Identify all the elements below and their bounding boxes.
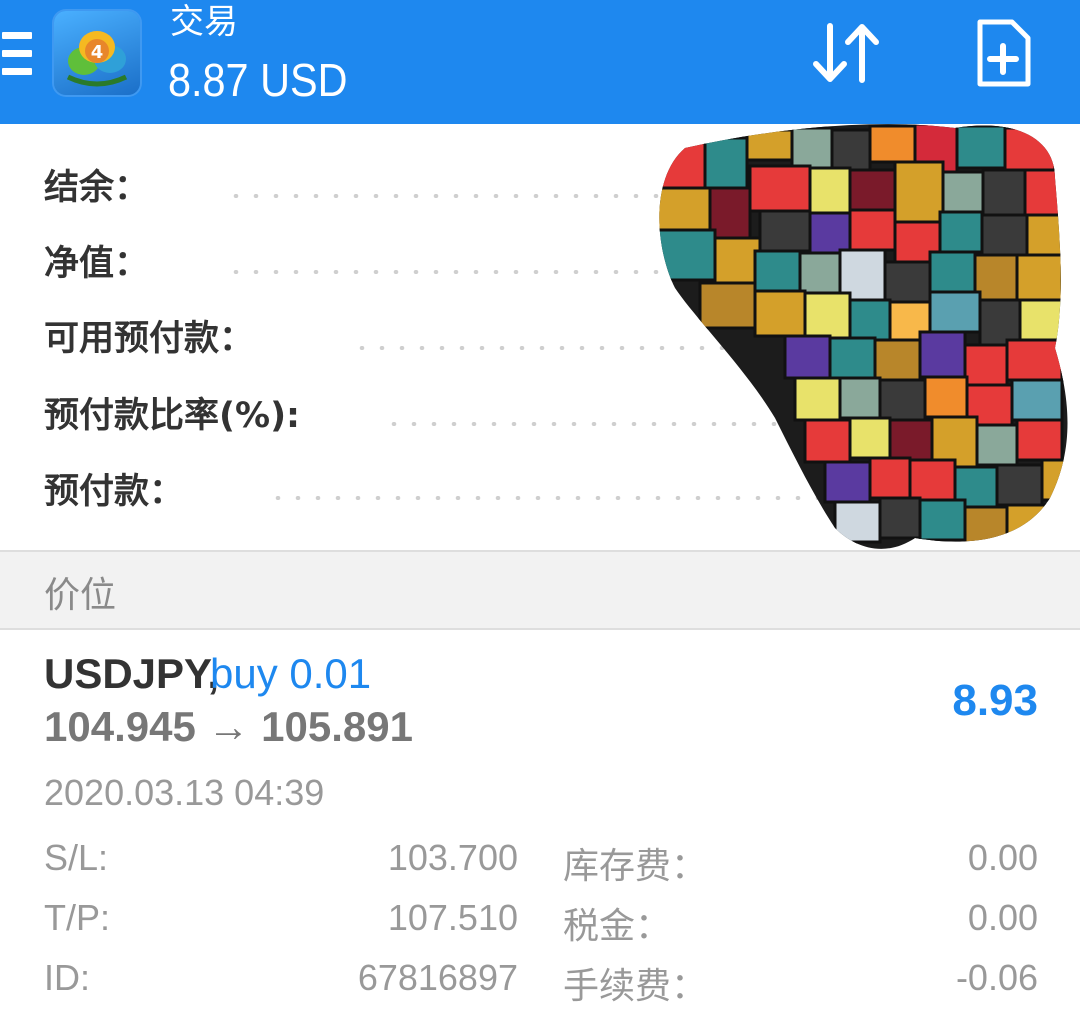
- margin-label: 预付款：: [44, 472, 185, 512]
- redaction-mosaic: [655, 118, 1080, 562]
- position-prices: 104.945 → 105.891: [44, 703, 413, 750]
- logo-badge: 4: [91, 42, 104, 63]
- sort-icon[interactable]: [808, 22, 886, 84]
- screen-title: 交易: [170, 2, 238, 42]
- sl-label: S/L:: [44, 837, 109, 878]
- tp-value: 107.510: [387, 897, 518, 938]
- position-open-time: 2020.03.13 04:39: [44, 772, 325, 813]
- swap-value: 0.00: [967, 837, 1038, 878]
- swap-label: 库存费：: [563, 845, 708, 886]
- sl-value: 103.700: [387, 837, 518, 878]
- free-margin-label: 可用预付款：: [44, 319, 255, 359]
- menu-icon[interactable]: [2, 32, 32, 76]
- commission-label: 手续费：: [563, 965, 708, 1006]
- position-type: buy 0.01: [210, 650, 372, 697]
- dotted-leader: [226, 194, 666, 198]
- position-symbol: USDJPY,: [44, 650, 220, 697]
- positions-section-header: 价位: [0, 550, 1080, 630]
- id-value: 67816897: [357, 957, 518, 998]
- account-balance-header: 8.87 USD: [168, 54, 348, 106]
- dotted-leader: [226, 270, 666, 274]
- margin-level-label: 预付款比率(%):: [44, 396, 301, 436]
- taxes-label: 税金：: [563, 905, 672, 946]
- tp-label: T/P:: [44, 897, 111, 938]
- app-logo: 4: [54, 11, 140, 95]
- positions-section-title: 价位: [44, 575, 117, 616]
- new-order-icon[interactable]: [974, 18, 1032, 88]
- top-app-bar: 4 交易 8.87 USD: [0, 0, 1080, 124]
- taxes-value: 0.00: [967, 897, 1038, 938]
- balance-label: 结余：: [44, 168, 150, 208]
- equity-label: 净值：: [44, 244, 150, 284]
- id-label: ID:: [44, 957, 91, 998]
- commission-value: -0.06: [955, 957, 1038, 998]
- position-profit: 8.93: [952, 676, 1038, 725]
